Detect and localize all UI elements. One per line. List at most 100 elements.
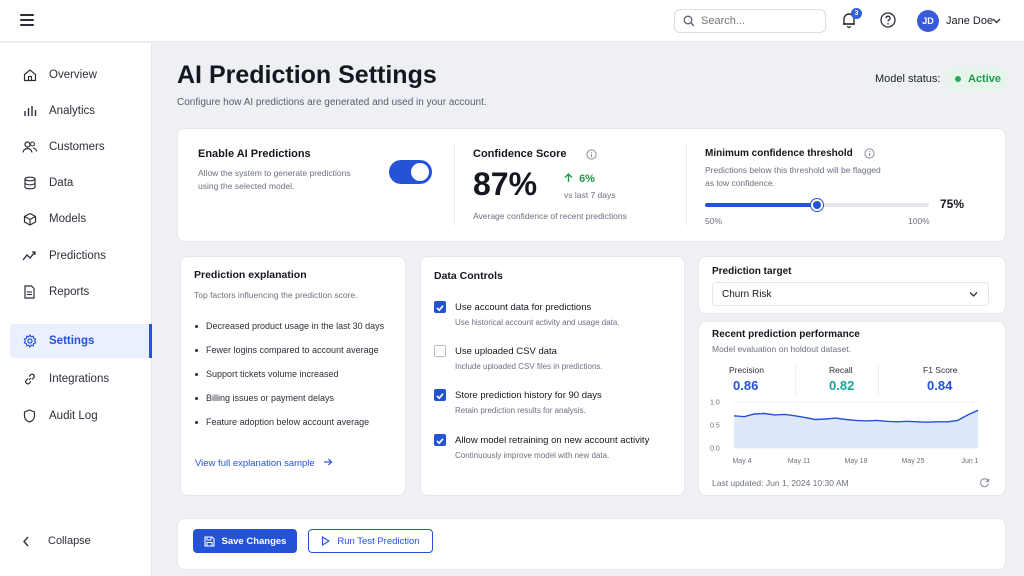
prediction-target-select[interactable]: Churn Risk bbox=[712, 282, 989, 306]
save-button[interactable]: Save Changes bbox=[193, 529, 297, 553]
sidebar-item-label: Customers bbox=[49, 141, 105, 153]
checkbox-description: Continuously improve model with new data… bbox=[455, 451, 610, 460]
sidebar-item-settings[interactable]: Settings bbox=[10, 324, 152, 358]
threshold-value: 75% bbox=[940, 197, 965, 211]
list-item: Feature adoption below account average bbox=[195, 417, 369, 427]
checkbox-account-data[interactable] bbox=[434, 301, 446, 313]
metric-label-precision: Precision bbox=[729, 365, 764, 375]
arrow-right-icon bbox=[324, 458, 333, 466]
checkbox-retraining[interactable] bbox=[434, 434, 446, 446]
enable-predictions-toggle[interactable] bbox=[389, 160, 432, 184]
prediction-target-title: Prediction target bbox=[712, 266, 792, 277]
select-value: Churn Risk bbox=[722, 288, 772, 300]
checkbox-label: Store prediction history for 90 days bbox=[455, 390, 602, 401]
slider-handle[interactable] bbox=[811, 199, 823, 211]
confidence-caption: Average confidence of recent predictions bbox=[473, 211, 627, 221]
list-item: Fewer logins compared to account average bbox=[195, 345, 379, 355]
save-icon bbox=[203, 535, 215, 547]
checkbox-csv-data[interactable] bbox=[434, 345, 446, 357]
user-name[interactable]: Jane Doe bbox=[946, 15, 993, 27]
menu-icon[interactable] bbox=[20, 14, 34, 26]
info-icon[interactable] bbox=[863, 148, 875, 159]
data-controls-title: Data Controls bbox=[434, 270, 503, 282]
model-status-label: Model status: bbox=[875, 73, 941, 85]
divider bbox=[686, 144, 687, 226]
metric-value-precision: 0.86 bbox=[733, 378, 759, 393]
threshold-slider[interactable] bbox=[705, 199, 929, 211]
sidebar-item-audit-log[interactable]: Audit Log bbox=[10, 399, 152, 433]
info-icon[interactable] bbox=[585, 148, 597, 160]
search-box[interactable] bbox=[674, 9, 826, 33]
bar-chart-icon bbox=[22, 104, 37, 119]
sidebar-item-integrations[interactable]: Integrations bbox=[10, 362, 152, 396]
sidebar-item-customers[interactable]: Customers bbox=[10, 130, 152, 164]
divider bbox=[454, 144, 455, 226]
sidebar: Overview Analytics Customers Data Models… bbox=[0, 43, 152, 576]
sidebar-item-label: Models bbox=[49, 213, 87, 225]
avatar[interactable]: JD bbox=[917, 10, 939, 32]
search-input[interactable] bbox=[701, 15, 811, 27]
metric-value-recall: 0.82 bbox=[829, 378, 855, 393]
chevron-down-icon[interactable] bbox=[992, 16, 1001, 25]
threshold-description: Predictions below this threshold will be… bbox=[705, 165, 881, 175]
x-tick-label: May 4 bbox=[732, 458, 751, 465]
trend-caption: vs last 7 days bbox=[564, 190, 616, 200]
chevron-left-icon bbox=[23, 536, 29, 546]
checkbox-store-history[interactable] bbox=[434, 389, 446, 401]
chart-area bbox=[734, 410, 978, 448]
shield-icon bbox=[22, 409, 37, 424]
x-tick-label: May 11 bbox=[788, 458, 811, 465]
threshold-title: Minimum confidence threshold bbox=[705, 148, 875, 159]
enable-description: using the selected model. bbox=[198, 181, 295, 191]
sidebar-item-data[interactable]: Data bbox=[10, 166, 152, 200]
arrow-up-icon bbox=[564, 173, 573, 182]
home-icon bbox=[22, 68, 37, 83]
save-label: Save Changes bbox=[221, 535, 287, 547]
metric-value-f1: 0.84 bbox=[927, 378, 953, 393]
sidebar-item-label: Integrations bbox=[49, 373, 110, 385]
view-explanation-link[interactable]: View full explanation sample bbox=[195, 458, 333, 469]
chevron-down-icon bbox=[969, 292, 978, 297]
enable-description: Allow the system to generate predictions bbox=[198, 168, 351, 178]
sidebar-item-overview[interactable]: Overview bbox=[10, 58, 152, 92]
sidebar-item-models[interactable]: Models bbox=[10, 202, 152, 236]
settings-summary-card bbox=[177, 128, 1006, 242]
y-tick-label: 1.0 bbox=[710, 400, 720, 407]
sidebar-item-reports[interactable]: Reports bbox=[10, 275, 152, 309]
top-bar: 3 JD Jane Doe bbox=[0, 0, 1024, 42]
users-icon bbox=[22, 140, 37, 155]
search-icon bbox=[683, 15, 695, 27]
list-item: Decreased product usage in the last 30 d… bbox=[195, 321, 384, 331]
sidebar-item-label: Data bbox=[49, 177, 74, 189]
sidebar-item-label: Reports bbox=[49, 286, 90, 298]
enable-title: Enable AI Predictions bbox=[198, 148, 311, 160]
collapse-button[interactable]: Collapse bbox=[22, 535, 91, 547]
confidence-value: 87% bbox=[473, 166, 538, 202]
checkbox-label: Allow model retraining on new account ac… bbox=[455, 435, 650, 446]
page-title: AI Prediction Settings bbox=[177, 61, 437, 89]
sidebar-item-predictions[interactable]: Predictions bbox=[10, 239, 152, 273]
checkbox-description: Include uploaded CSV files in prediction… bbox=[455, 362, 603, 371]
y-tick-label: 0.5 bbox=[710, 423, 720, 430]
trend-icon bbox=[22, 249, 37, 264]
run-test-button[interactable]: Run Test Prediction bbox=[308, 529, 433, 553]
view-explanation-label: View full explanation sample bbox=[195, 458, 315, 469]
status-badge: Active bbox=[946, 68, 1007, 90]
status-dot-icon bbox=[955, 76, 961, 82]
refresh-icon[interactable] bbox=[979, 477, 990, 488]
database-icon bbox=[22, 176, 37, 191]
sidebar-item-analytics[interactable]: Analytics bbox=[10, 94, 152, 128]
metric-label-recall: Recall bbox=[829, 365, 853, 375]
x-tick-label: Jun 1 bbox=[961, 458, 978, 465]
check-icon bbox=[436, 305, 444, 312]
help-icon[interactable] bbox=[880, 12, 896, 28]
sidebar-item-label: Analytics bbox=[49, 105, 96, 117]
y-tick-label: 0.0 bbox=[710, 446, 720, 453]
threshold-description: as low confidence. bbox=[705, 178, 775, 188]
divider bbox=[878, 365, 879, 395]
gear-icon bbox=[22, 334, 37, 349]
slider-min-label: 50% bbox=[705, 216, 723, 226]
page-subtitle: Configure how AI predictions are generat… bbox=[177, 97, 487, 108]
notification-badge: 3 bbox=[851, 8, 862, 19]
checkbox-label: Use account data for predictions bbox=[455, 302, 592, 313]
